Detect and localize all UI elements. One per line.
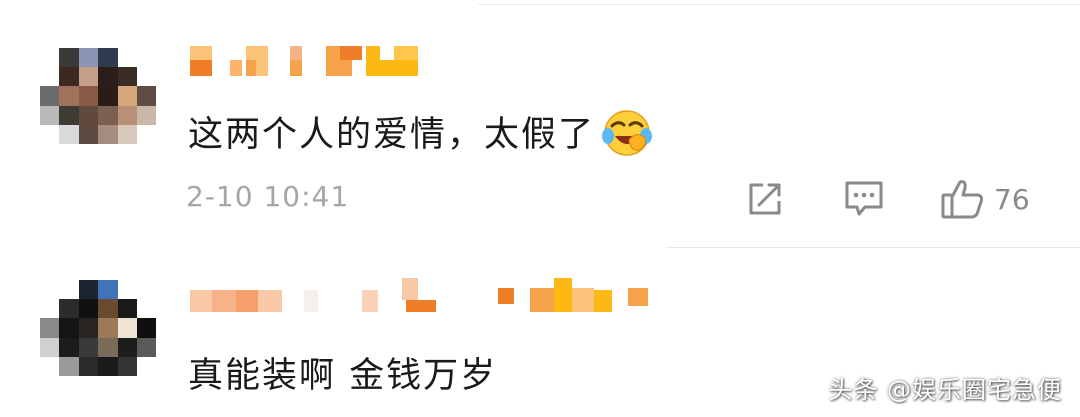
share-button[interactable] — [745, 177, 787, 221]
like-button[interactable]: 76 — [940, 177, 1050, 221]
thumbs-up-icon — [941, 180, 984, 219]
comment-icon — [845, 181, 883, 216]
avatar[interactable] — [40, 48, 157, 144]
reply-button[interactable] — [843, 177, 885, 221]
avatar[interactable] — [40, 280, 157, 376]
comment-item: 这两个人的爱情，太假了 2-10 10:41 76 — [0, 0, 1080, 247]
like-count: 76 — [994, 182, 1030, 216]
comment-text: 真能装啊 金钱万岁 — [188, 356, 498, 396]
comment-time: 2-10 10:41 — [186, 180, 350, 213]
share-icon — [749, 183, 781, 215]
comment-text: 这两个人的爱情，太假了 — [188, 106, 653, 162]
watermark: 头条 @娱乐圈宅急便 — [828, 376, 1062, 404]
laughing-crying-emoji-icon — [601, 106, 653, 158]
